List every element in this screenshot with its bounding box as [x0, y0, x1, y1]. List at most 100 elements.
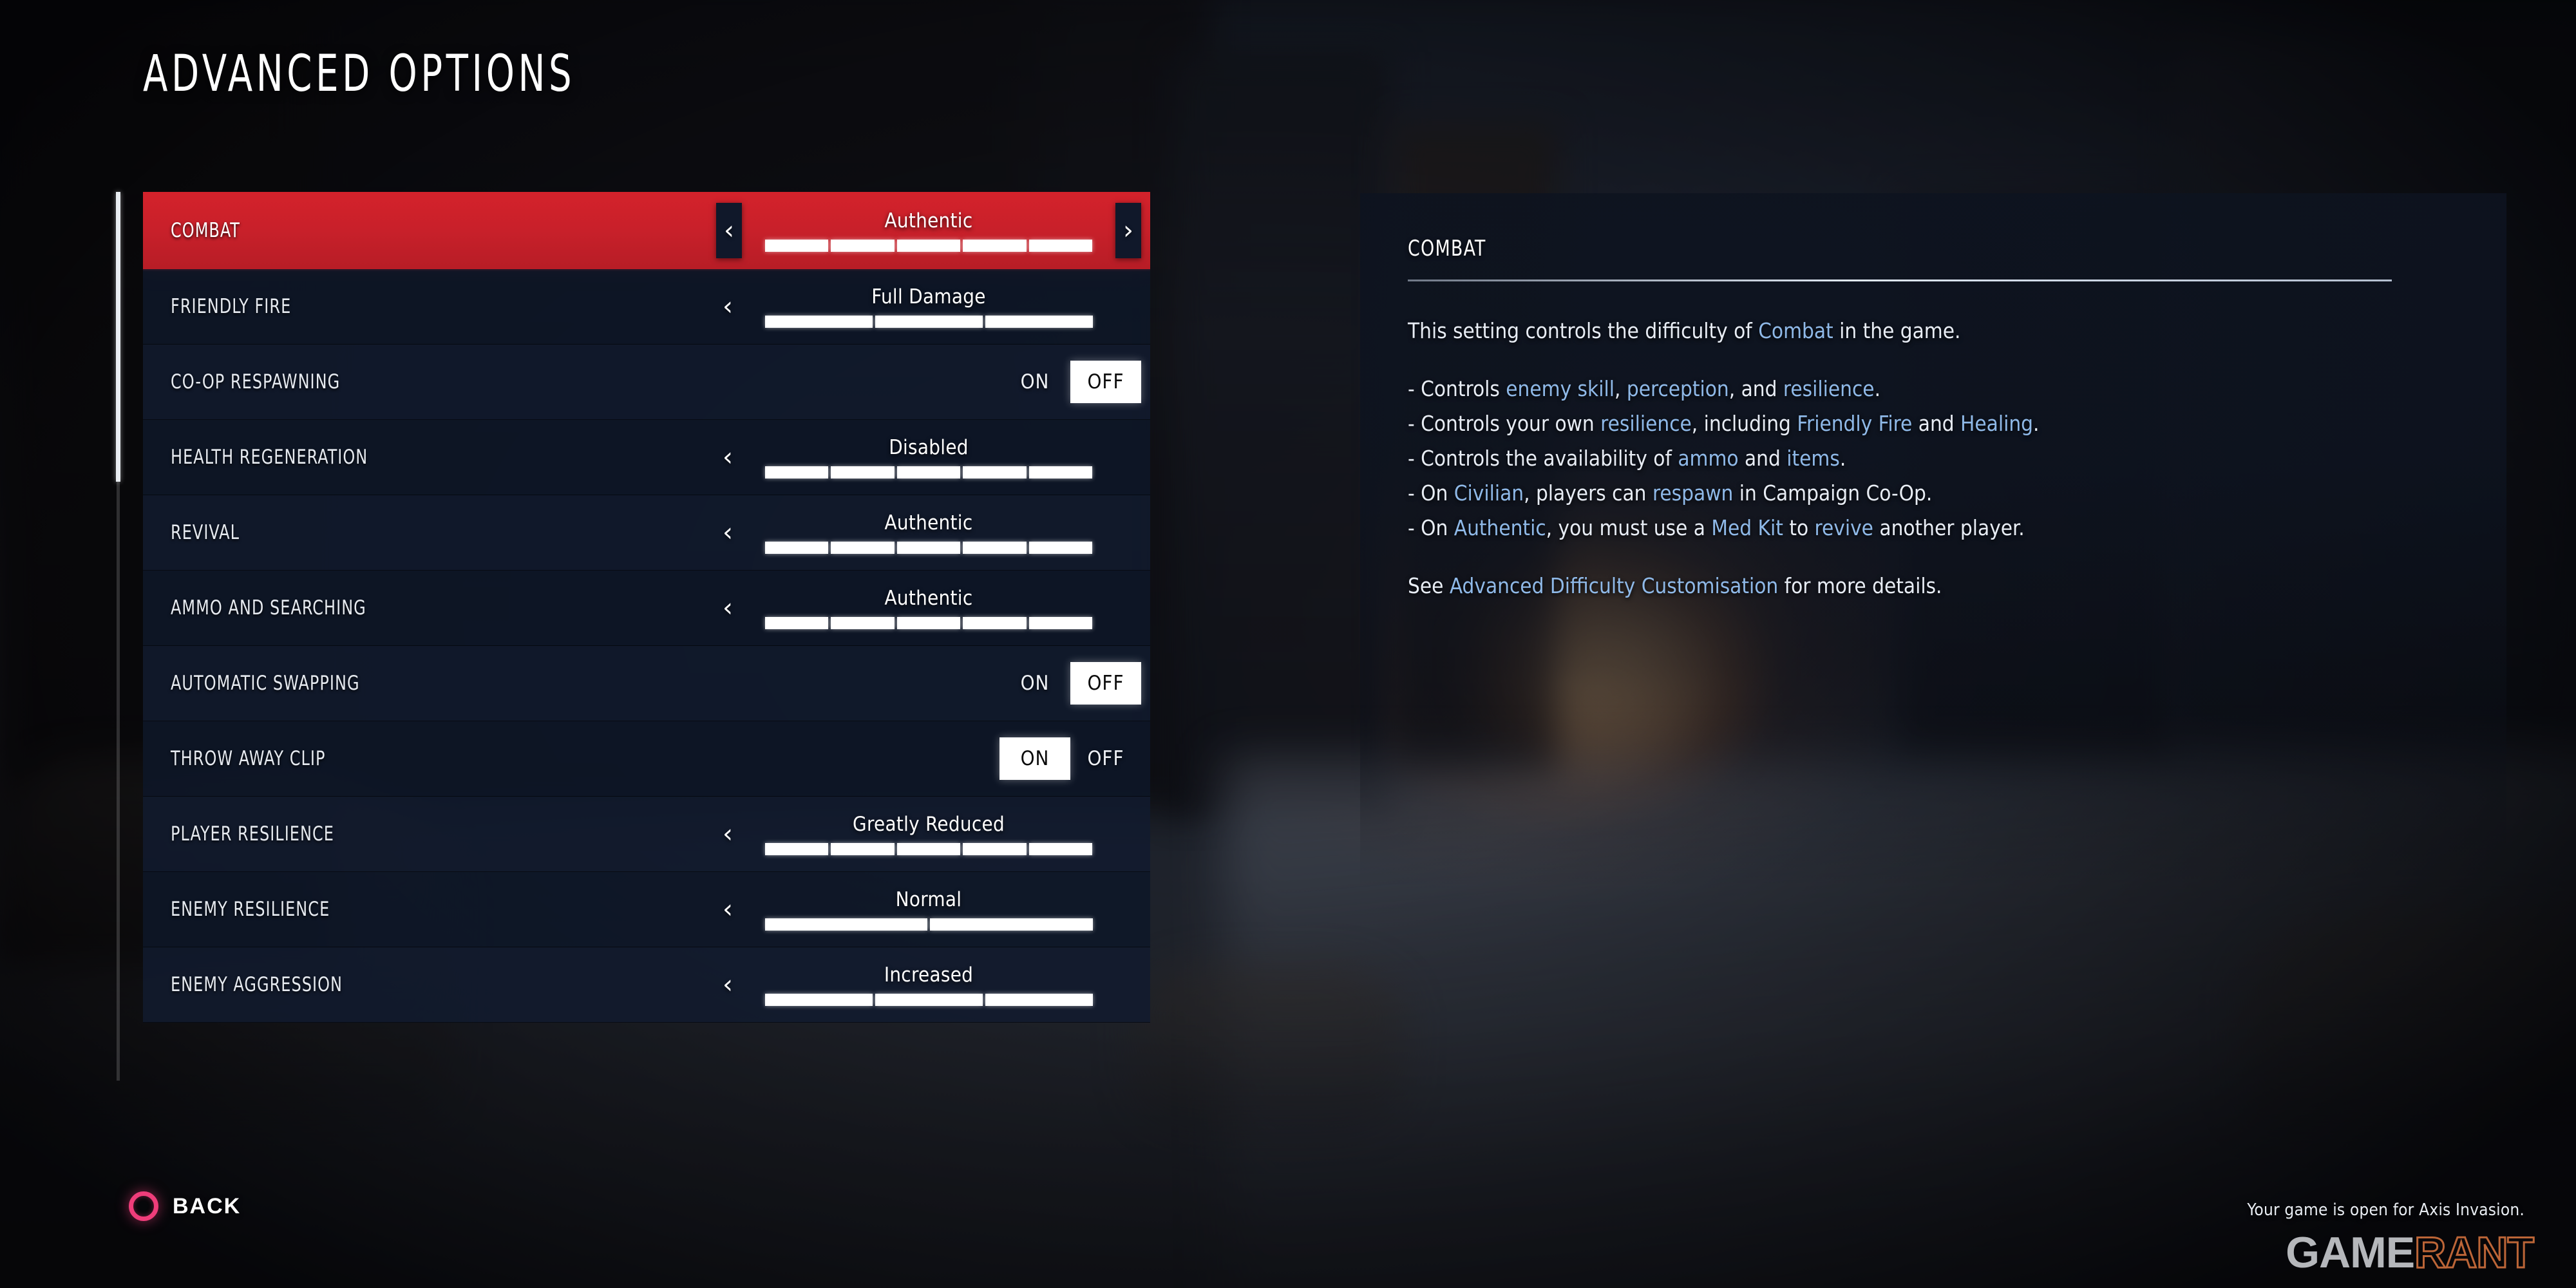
level-segment [831, 240, 895, 252]
option-level-bar[interactable] [764, 617, 1093, 629]
toggle-on-option[interactable]: ON [999, 737, 1070, 780]
level-segment [896, 542, 961, 554]
option-stepper: ‹ Authentic › [716, 192, 1141, 269]
level-segment [1028, 466, 1093, 478]
option-row[interactable]: COMBAT ‹ Authentic › [143, 192, 1150, 269]
option-level-bar[interactable] [764, 918, 1093, 931]
chevron-left-icon[interactable]: ‹ [716, 947, 739, 1022]
level-segment [963, 240, 1027, 252]
description-text: , players can [1524, 480, 1653, 506]
circle-button-icon [129, 1191, 158, 1221]
level-segment [896, 843, 961, 855]
option-stepper: ‹Full Damage› [716, 269, 1141, 344]
option-value: Normal [895, 888, 962, 911]
option-row[interactable]: HEALTH REGENERATION ‹Disabled› [143, 420, 1150, 495]
option-row[interactable]: AUTOMATIC SWAPPING ON OFF [143, 646, 1150, 721]
option-level-bar[interactable] [764, 542, 1093, 554]
option-row[interactable]: CO-OP RESPAWNING ON OFF [143, 345, 1150, 420]
level-segment [1028, 843, 1093, 855]
option-value: Increased [884, 963, 974, 987]
level-segment [764, 843, 829, 855]
option-row[interactable]: ENEMY AGGRESSION‹Increased› [143, 947, 1150, 1023]
option-stepper: ‹Disabled› [716, 420, 1141, 495]
description-text: , including [1691, 411, 1797, 436]
option-level-bar[interactable] [764, 240, 1093, 252]
toggle-off-option[interactable]: OFF [1070, 361, 1141, 403]
options-scrollbar-thumb[interactable] [116, 192, 120, 482]
chevron-left-icon[interactable]: ‹ [716, 571, 739, 645]
toggle-on-option[interactable]: ON [999, 361, 1070, 403]
option-label: REVIVAL [171, 521, 240, 544]
option-level-bar[interactable] [764, 994, 1093, 1006]
description-text: - On [1408, 515, 1454, 540]
chevron-left-icon[interactable]: ‹ [716, 269, 739, 344]
toggle-off-option[interactable]: OFF [1070, 737, 1141, 780]
option-stepper: ‹Normal› [716, 872, 1141, 947]
chevron-left-icon[interactable]: ‹ [716, 495, 739, 570]
option-label: ENEMY RESILIENCE [171, 898, 330, 921]
option-level-bar[interactable] [764, 843, 1093, 855]
level-segment [764, 316, 873, 328]
option-row[interactable]: FRIENDLY FIRE ‹Full Damage› [143, 269, 1150, 345]
level-segment [764, 466, 829, 478]
description-highlight-term: respawn [1652, 480, 1734, 506]
option-row[interactable]: THROW AWAY CLIP ON OFF [143, 721, 1150, 797]
description-highlight-term: items [1786, 446, 1840, 471]
axis-invasion-status: Your game is open for Axis Invasion. [2247, 1200, 2524, 1220]
stepper-value-area: Authentic [739, 571, 1118, 645]
description-text: - On [1408, 480, 1454, 506]
option-row[interactable]: ENEMY RESILIENCE‹Normal› [143, 872, 1150, 947]
option-toggle: ON OFF [999, 721, 1141, 796]
chevron-right-icon[interactable]: › [1115, 203, 1141, 258]
stepper-value-area: Disabled [739, 420, 1118, 495]
level-segment [896, 617, 961, 629]
back-button[interactable]: BACK [129, 1191, 241, 1221]
level-segment [764, 918, 927, 931]
description-text: - Controls the availability of [1408, 446, 1678, 471]
option-level-bar[interactable] [764, 466, 1093, 478]
description-highlight-term: perception [1626, 376, 1729, 401]
description-highlight-term: Civilian [1454, 480, 1524, 506]
description-highlight-term: Authentic [1454, 515, 1546, 540]
option-value: Authentic [884, 587, 973, 610]
option-row[interactable]: PLAYER RESILIENCE‹Greatly Reduced› [143, 797, 1150, 872]
level-segment [764, 617, 829, 629]
description-text: , you must use a [1546, 515, 1712, 540]
description-line: - Controls your own resilience, includin… [1408, 406, 2459, 441]
level-segment [930, 918, 1093, 931]
chevron-left-icon[interactable]: ‹ [716, 872, 739, 947]
level-segment [831, 843, 895, 855]
option-label: HEALTH REGENERATION [171, 446, 368, 469]
description-line: - On Authentic, you must use a Med Kit t… [1408, 511, 2459, 545]
level-segment [875, 316, 983, 328]
description-title: COMBAT [1408, 236, 1486, 261]
option-label: FRIENDLY FIRE [171, 295, 292, 318]
level-segment [963, 617, 1027, 629]
option-toggle: ON OFF [999, 345, 1141, 419]
level-segment [1028, 542, 1093, 554]
option-row[interactable]: AMMO AND SEARCHING‹Authentic› [143, 571, 1150, 646]
option-row[interactable]: REVIVAL‹Authentic› [143, 495, 1150, 571]
option-stepper: ‹Greatly Reduced› [716, 797, 1141, 871]
description-line: - Controls enemy skill, perception, and … [1408, 372, 2459, 406]
chevron-left-icon[interactable]: ‹ [716, 797, 739, 871]
option-level-bar[interactable] [764, 316, 1093, 328]
level-segment [764, 240, 829, 252]
level-segment [764, 542, 829, 554]
chevron-left-icon[interactable]: ‹ [716, 203, 742, 258]
stepper-value-area: Normal [739, 872, 1118, 947]
description-highlight-term: resilience [1600, 411, 1692, 436]
toggle-on-option[interactable]: ON [999, 662, 1070, 705]
chevron-left-icon[interactable]: ‹ [716, 420, 739, 495]
description-text: . [2033, 411, 2040, 436]
options-scrollbar-track[interactable] [116, 192, 120, 1081]
stepper-value-area: Authentic [742, 192, 1115, 269]
description-text: , and [1728, 376, 1783, 401]
level-segment [831, 466, 895, 478]
description-text: . [1839, 446, 1846, 471]
description-highlight-term: resilience [1783, 376, 1875, 401]
level-segment [963, 843, 1027, 855]
option-label: THROW AWAY CLIP [171, 747, 326, 770]
toggle-off-option[interactable]: OFF [1070, 662, 1141, 705]
